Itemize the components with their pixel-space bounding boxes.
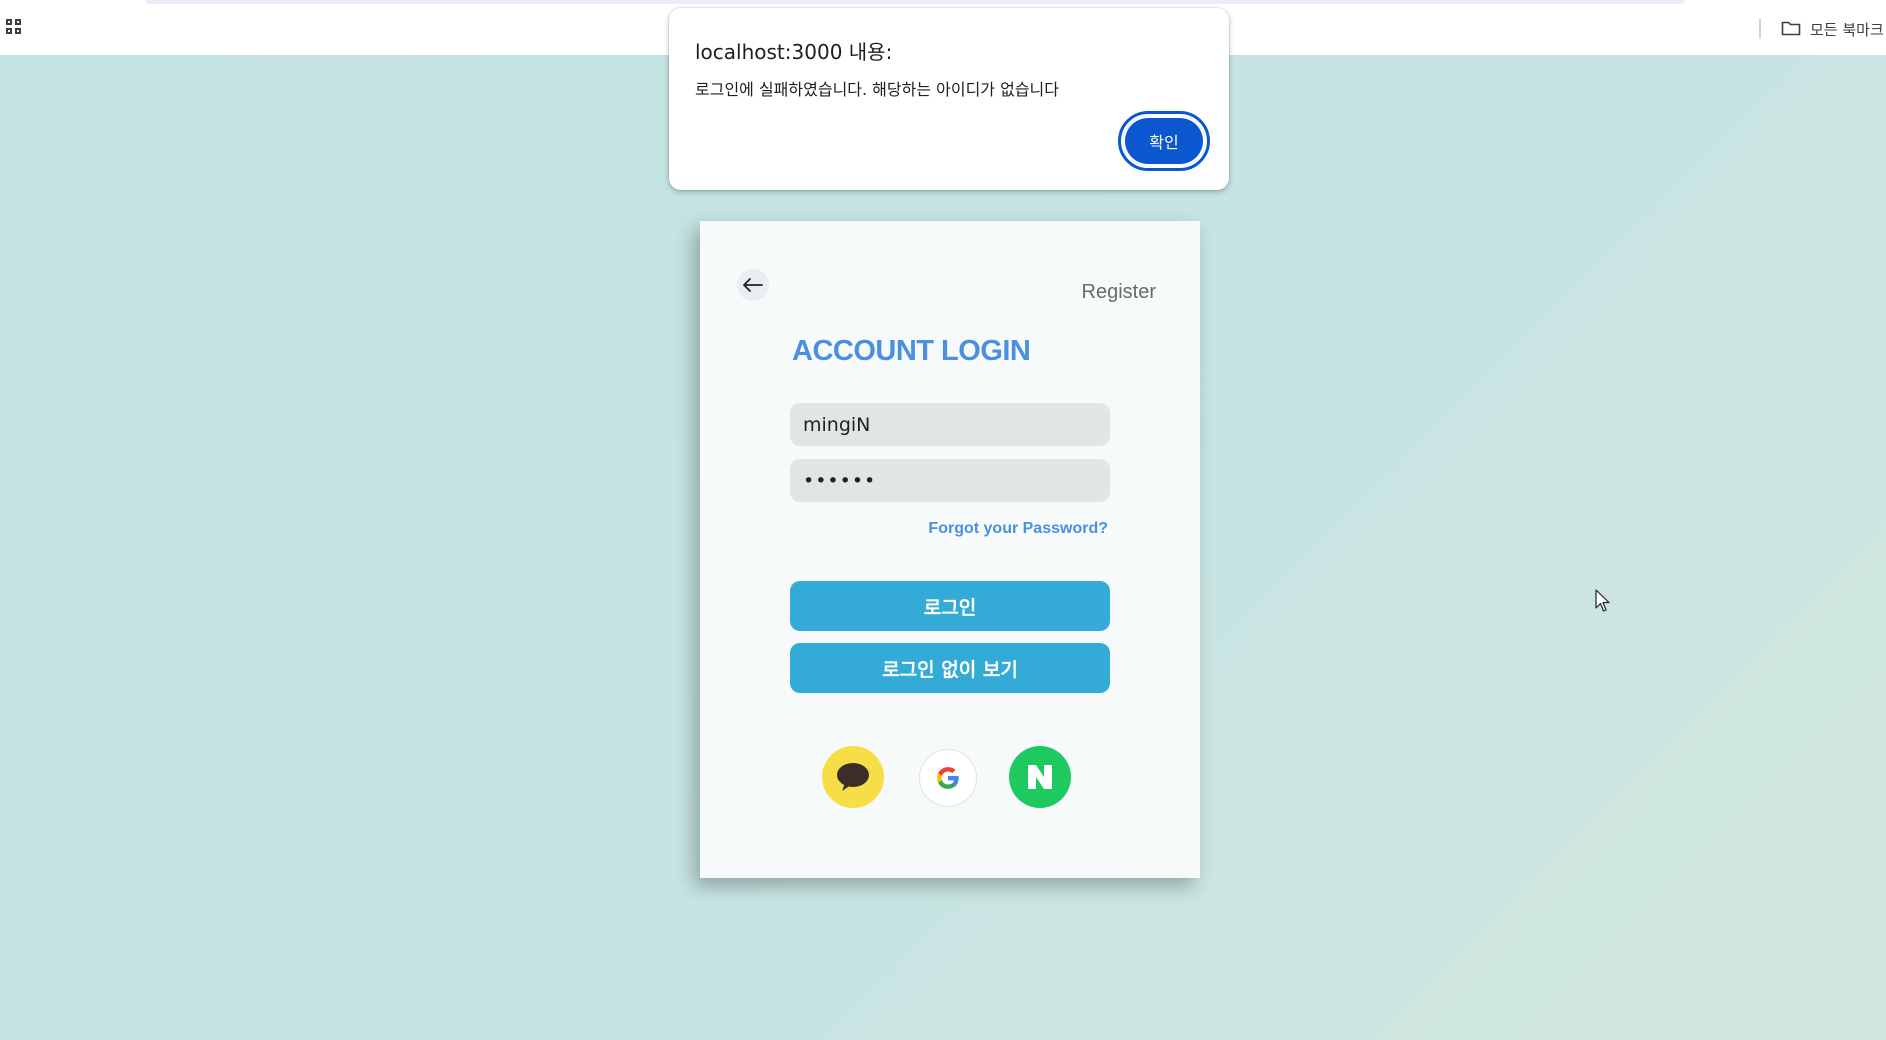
kakao-icon: [837, 763, 869, 791]
dialog-title: localhost:3000 내용:: [695, 40, 893, 64]
login-button[interactable]: 로그인: [790, 581, 1110, 631]
username-input[interactable]: [790, 403, 1110, 446]
kakao-login-button[interactable]: [822, 746, 884, 808]
naver-login-button[interactable]: [1009, 746, 1071, 808]
password-input[interactable]: [790, 459, 1110, 502]
google-icon: [937, 767, 959, 789]
register-link[interactable]: Register: [1082, 281, 1156, 304]
page-title: ACCOUNT LOGIN: [792, 335, 1031, 367]
login-card: Register ACCOUNT LOGIN Forgot your Passw…: [700, 221, 1200, 878]
guest-view-button[interactable]: 로그인 없이 보기: [790, 643, 1110, 693]
naver-icon: [1028, 765, 1052, 789]
mouse-cursor-icon: [1595, 589, 1610, 612]
all-bookmarks-link[interactable]: 모든 북마크: [1810, 19, 1884, 40]
arrow-left-icon: [743, 278, 763, 292]
bookmarks-separator: [1759, 19, 1761, 39]
dialog-ok-button[interactable]: 확인: [1118, 111, 1210, 171]
dialog-message: 로그인에 실패하였습니다. 해당하는 아이디가 없습니다: [695, 80, 1059, 99]
alert-dialog: localhost:3000 내용: 로그인에 실패하였습니다. 해당하는 아이…: [669, 8, 1229, 190]
google-login-button[interactable]: [919, 749, 977, 807]
apps-grid-icon[interactable]: [6, 19, 24, 37]
folder-icon: [1781, 21, 1801, 36]
address-bar-edge: [145, 0, 1685, 4]
forgot-password-link[interactable]: Forgot your Password?: [928, 520, 1108, 538]
back-button[interactable]: [737, 269, 769, 301]
